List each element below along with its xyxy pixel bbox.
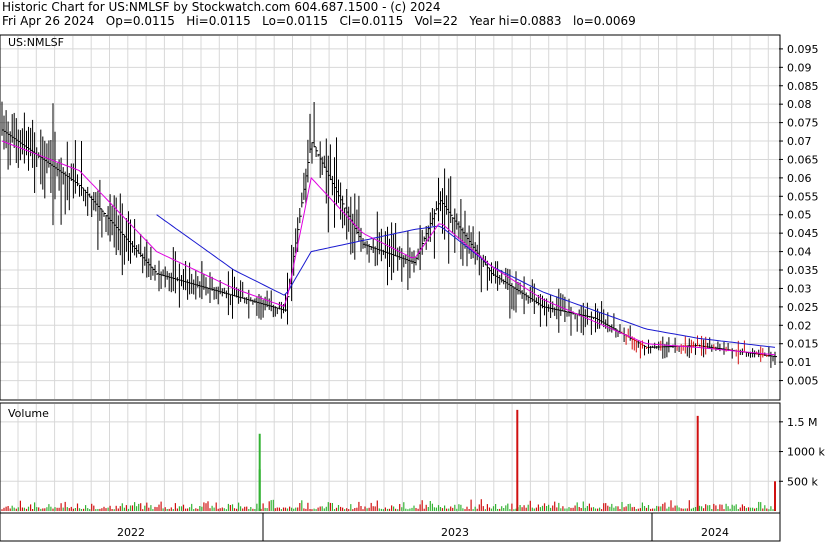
price-tick-label: 0.045 <box>787 227 819 240</box>
price-tick-label: 0.03 <box>787 282 812 295</box>
volume-tick-label: 1.5 M <box>787 416 817 429</box>
price-tick-label: 0.02 <box>787 319 812 332</box>
stock-chart: 0.095 0.09 0.085 0.08 0.075 0.07 0.065 0.06 0.05… <box>0 34 825 542</box>
year-label: 2022 <box>117 526 145 539</box>
price-axis-ticks: 0.095 0.09 0.085 0.08 0.075 0.07 0.065 0.06 0.05… <box>779 43 819 388</box>
time-axis-ticks: 2022 2023 2024 <box>117 513 729 541</box>
price-tick-label: 0.09 <box>787 61 812 74</box>
price-tick-label: 0.04 <box>787 246 812 259</box>
volume-gridlines <box>0 404 779 512</box>
price-tick-label: 0.065 <box>787 153 819 166</box>
price-tick-label: 0.05 <box>787 209 812 222</box>
volume-axis-ticks: 1.5 M 1000 k 500 k <box>779 416 825 488</box>
price-tick-label: 0.015 <box>787 338 819 351</box>
price-tick-label: 0.035 <box>787 264 819 277</box>
price-tick-label: 0.025 <box>787 301 819 314</box>
symbol-label: US:NMLSF <box>8 36 64 49</box>
price-tick-label: 0.005 <box>787 375 819 388</box>
volume-tick-label: 500 k <box>787 475 818 488</box>
price-tick-label: 0.085 <box>787 80 819 93</box>
volume-title: Volume <box>8 407 49 420</box>
volume-bars <box>1 409 776 511</box>
price-tick-label: 0.07 <box>787 135 812 148</box>
price-tick-label: 0.06 <box>787 172 812 185</box>
price-tick-label: 0.01 <box>787 356 812 369</box>
price-tick-label: 0.095 <box>787 43 819 56</box>
year-label: 2023 <box>441 526 469 539</box>
volume-panel-frame <box>0 402 781 514</box>
price-tick-label: 0.08 <box>787 98 812 111</box>
volume-tick-label: 1000 k <box>787 446 825 459</box>
moving-average-long <box>156 214 776 348</box>
price-tick-label: 0.075 <box>787 117 819 130</box>
price-tick-label: 0.055 <box>787 190 819 203</box>
year-label: 2024 <box>701 526 729 539</box>
